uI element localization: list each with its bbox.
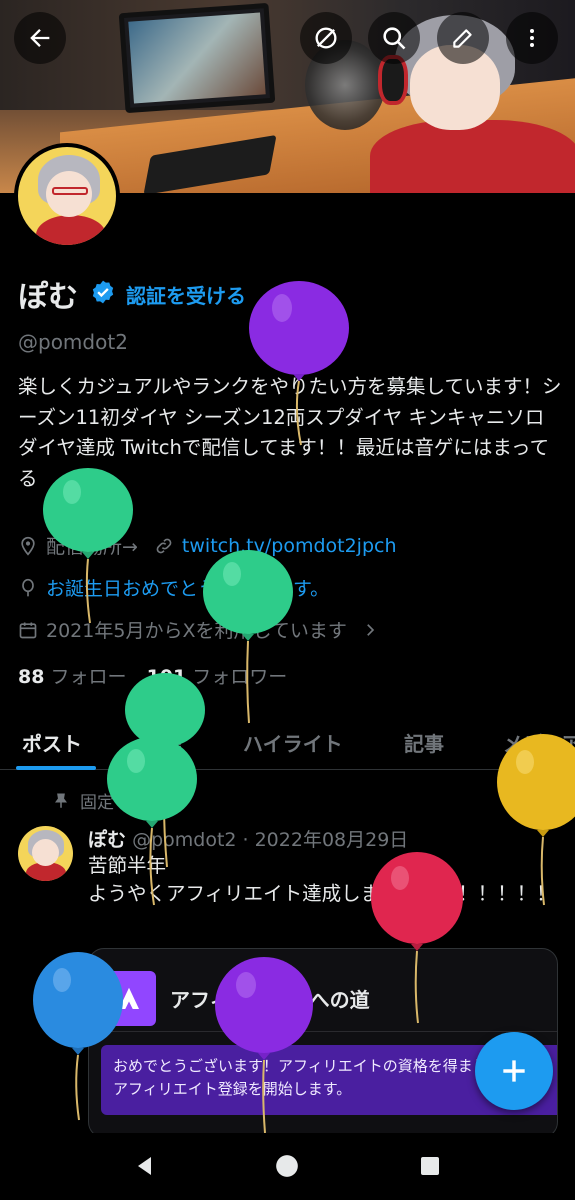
pinned-indicator: 固定 bbox=[52, 788, 114, 813]
tab-replies[interactable]: 返信 bbox=[143, 728, 183, 757]
banner-monitor bbox=[118, 2, 276, 114]
balloon-icon bbox=[22, 578, 34, 596]
get-verified-link[interactable]: 認証を受ける bbox=[126, 280, 246, 309]
post-text: 苦節半年 ようやくアフィリエイト達成しました！！！！！！！ bbox=[88, 854, 556, 905]
follow-stats: 88 フォロー 101 フォロワー bbox=[18, 662, 287, 689]
post-author-name[interactable]: ぽむ bbox=[88, 829, 126, 851]
following-stat[interactable]: 88 フォロー bbox=[18, 666, 127, 688]
post-header: ぽむ @pomdot2 · 2022年08月29日 bbox=[88, 825, 408, 852]
chevron-right-icon bbox=[367, 623, 375, 636]
circle-slash-icon bbox=[315, 27, 337, 49]
more-options-button[interactable] bbox=[506, 12, 558, 64]
tab-articles[interactable]: 記事 bbox=[404, 728, 444, 757]
circle-home-icon bbox=[276, 1155, 298, 1177]
more-vertical-icon bbox=[530, 29, 534, 47]
edit-button[interactable] bbox=[437, 12, 489, 64]
profile-meta-row-3[interactable]: 2021年5月からXを利用しています bbox=[18, 616, 379, 643]
profile-location: 配信場所→ bbox=[46, 536, 138, 558]
link-icon bbox=[156, 538, 172, 553]
mute-sync-button[interactable] bbox=[300, 12, 352, 64]
profile-avatar[interactable] bbox=[14, 143, 120, 249]
pencil-icon bbox=[453, 29, 472, 48]
active-tab-indicator bbox=[16, 766, 96, 770]
card-title: アフィリエイトへの道 bbox=[170, 988, 370, 1012]
post-avatar[interactable] bbox=[18, 826, 73, 881]
pin-icon bbox=[55, 793, 67, 808]
post-handle-date: @pomdot2 · 2022年08月29日 bbox=[132, 829, 409, 851]
verified-badge-icon bbox=[92, 280, 114, 304]
square-recents-icon bbox=[421, 1157, 439, 1175]
profile-meta-row-2: お誕生日おめでとうございます。 bbox=[18, 574, 329, 601]
profile-bio: 楽しくカジュアルやランクをやりたい方を募集しています！シーズン11初ダイヤ シー… bbox=[18, 375, 562, 490]
system-home-button[interactable] bbox=[272, 1151, 302, 1181]
twitch-logo-icon bbox=[101, 971, 156, 1026]
search-button[interactable] bbox=[368, 12, 420, 64]
tab-posts[interactable]: ポスト bbox=[22, 728, 82, 757]
system-back-button[interactable] bbox=[130, 1151, 160, 1181]
arrow-left-icon bbox=[30, 29, 50, 47]
card-divider bbox=[89, 1031, 557, 1032]
plus-icon bbox=[503, 1060, 525, 1082]
compose-post-button[interactable] bbox=[475, 1032, 553, 1110]
joined-date: 2021年5月からXを利用しています bbox=[46, 620, 347, 642]
display-name: ぽむ bbox=[18, 280, 78, 315]
system-recents-button[interactable] bbox=[415, 1151, 445, 1181]
calendar-icon bbox=[19, 622, 37, 638]
profile-tabs: ポスト 返信 ハイライト 記事 メディア bbox=[0, 720, 575, 770]
back-button[interactable] bbox=[14, 12, 66, 64]
tab-media[interactable]: メディア bbox=[503, 728, 575, 757]
profile-handle: @pomdot2 bbox=[18, 330, 128, 354]
birthday-message[interactable]: お誕生日おめでとうございます。 bbox=[46, 574, 329, 601]
tab-highlights[interactable]: ハイライト bbox=[243, 728, 343, 757]
followers-stat[interactable]: 101 フォロワー bbox=[147, 666, 288, 688]
profile-website-link[interactable]: twitch.tv/pomdot2jpch bbox=[182, 535, 397, 557]
search-icon bbox=[383, 27, 406, 50]
location-pin-icon bbox=[21, 536, 35, 556]
profile-meta-row-1: 配信場所→ twitch.tv/pomdot2jpch bbox=[18, 532, 397, 559]
triangle-back-icon bbox=[138, 1157, 151, 1175]
system-navigation-bar bbox=[0, 1133, 575, 1200]
